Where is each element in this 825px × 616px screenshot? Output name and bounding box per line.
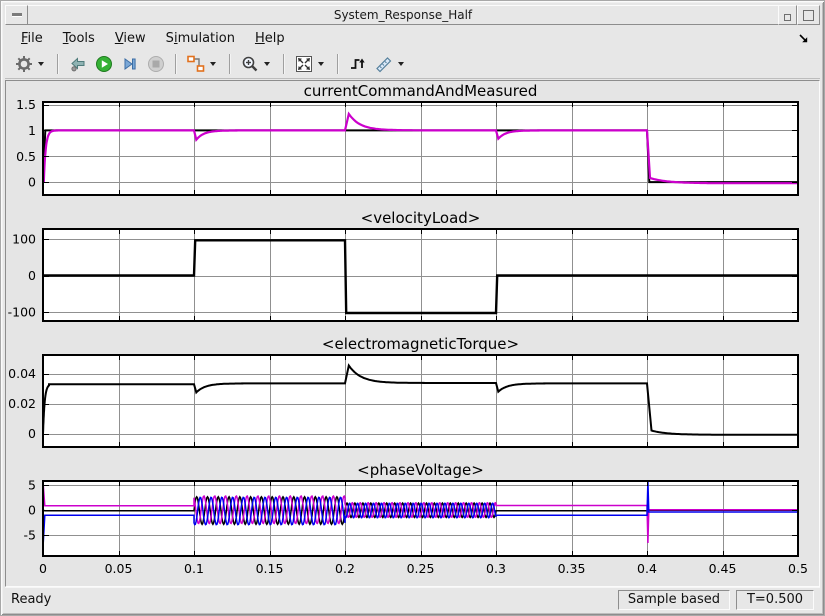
zoom-button[interactable] <box>237 52 263 76</box>
signal-selector-icon <box>187 55 205 72</box>
fit-to-view-button[interactable] <box>291 52 317 76</box>
window-menu-icon <box>11 13 22 17</box>
measurements-button[interactable] <box>371 52 397 76</box>
step-forward-icon <box>124 58 136 70</box>
menubar: File Tools View Simulation Help <box>5 27 820 50</box>
measurements-ruler-icon <box>376 57 392 73</box>
signal-selector-button[interactable] <box>183 52 209 76</box>
statusbar: Ready Sample based T=0.500 <box>5 587 820 611</box>
toolbar-separator <box>57 54 59 74</box>
maximize-button[interactable] <box>797 5 820 25</box>
window-title: System_Response_Half <box>28 5 778 25</box>
go-back-button[interactable] <box>65 52 91 76</box>
zoom-dropdown-caret[interactable] <box>264 62 270 66</box>
sample-mode-panel: Sample based <box>617 589 730 610</box>
toolbar <box>5 50 820 79</box>
menu-view[interactable]: View <box>105 29 156 48</box>
scope-window: System_Response_Half File Tools View Simula… <box>0 0 825 616</box>
menu-simulation[interactable]: Simulation <box>156 29 245 48</box>
step-forward-button[interactable] <box>117 52 143 76</box>
signal-selector-dropdown-caret[interactable] <box>210 62 216 66</box>
stop-button[interactable] <box>143 52 169 76</box>
settings-gear-icon <box>16 56 32 72</box>
arrow-down-right-icon <box>799 34 808 43</box>
scope-parameters-dropdown-caret[interactable] <box>38 62 44 66</box>
menu-items: File Tools View Simulation Help <box>11 29 295 48</box>
window-menu-button[interactable] <box>5 5 28 25</box>
toolbar-separator <box>229 54 231 74</box>
status-text: Ready <box>11 592 52 607</box>
go-back-icon <box>71 57 85 72</box>
minimize-icon <box>784 13 791 21</box>
run-icon <box>96 56 112 72</box>
titlebar[interactable]: System_Response_Half <box>5 5 820 25</box>
fit-to-view-dropdown-caret[interactable] <box>318 62 324 66</box>
figure-area <box>5 80 820 587</box>
toolbar-separator <box>175 54 177 74</box>
zoom-in-icon <box>242 56 258 72</box>
sim-time-panel: T=0.500 <box>736 589 814 610</box>
minimize-button[interactable] <box>778 5 797 25</box>
menu-help[interactable]: Help <box>245 29 295 48</box>
toolbar-separator <box>283 54 285 74</box>
measurements-dropdown-caret[interactable] <box>398 62 404 66</box>
stop-icon <box>148 56 164 72</box>
scope-parameters-button[interactable] <box>11 52 37 76</box>
menu-file[interactable]: File <box>11 29 53 48</box>
trigger-icon <box>351 58 365 69</box>
run-button[interactable] <box>91 52 117 76</box>
fit-to-view-icon <box>296 56 312 72</box>
dock-button[interactable] <box>797 32 810 45</box>
toolbar-separator <box>337 54 339 74</box>
maximize-icon <box>803 9 814 21</box>
trigger-button[interactable] <box>345 52 371 76</box>
menu-tools[interactable]: Tools <box>53 29 105 48</box>
